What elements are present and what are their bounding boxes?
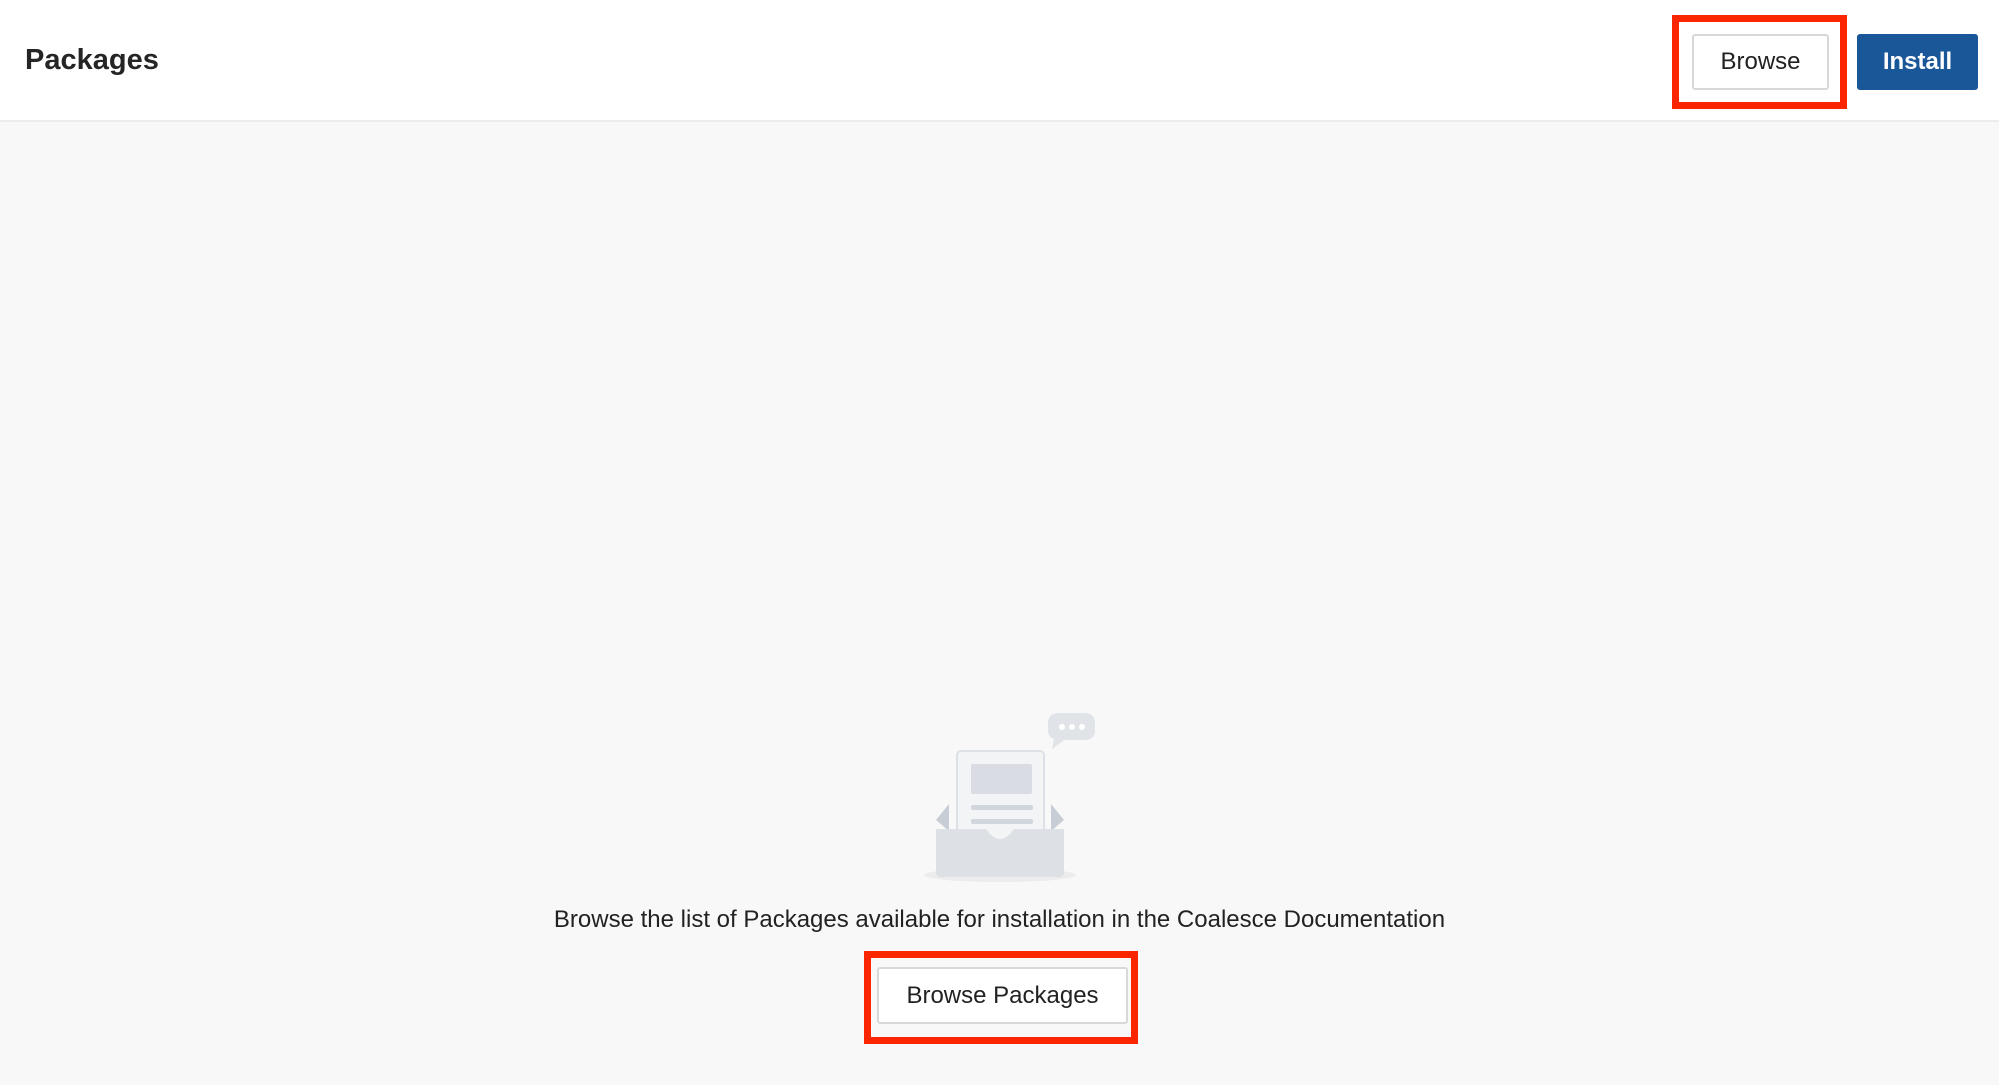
empty-inbox-document-chat-icon xyxy=(914,706,1114,886)
browse-button[interactable]: Browse xyxy=(1692,34,1829,90)
install-button[interactable]: Install xyxy=(1857,34,1978,90)
page-title: Packages xyxy=(25,44,159,76)
browse-packages-button[interactable]: Browse Packages xyxy=(877,967,1128,1024)
empty-state-message: Browse the list of Packages available fo… xyxy=(553,906,1446,933)
page-header: Packages Browse Install xyxy=(0,0,1999,122)
